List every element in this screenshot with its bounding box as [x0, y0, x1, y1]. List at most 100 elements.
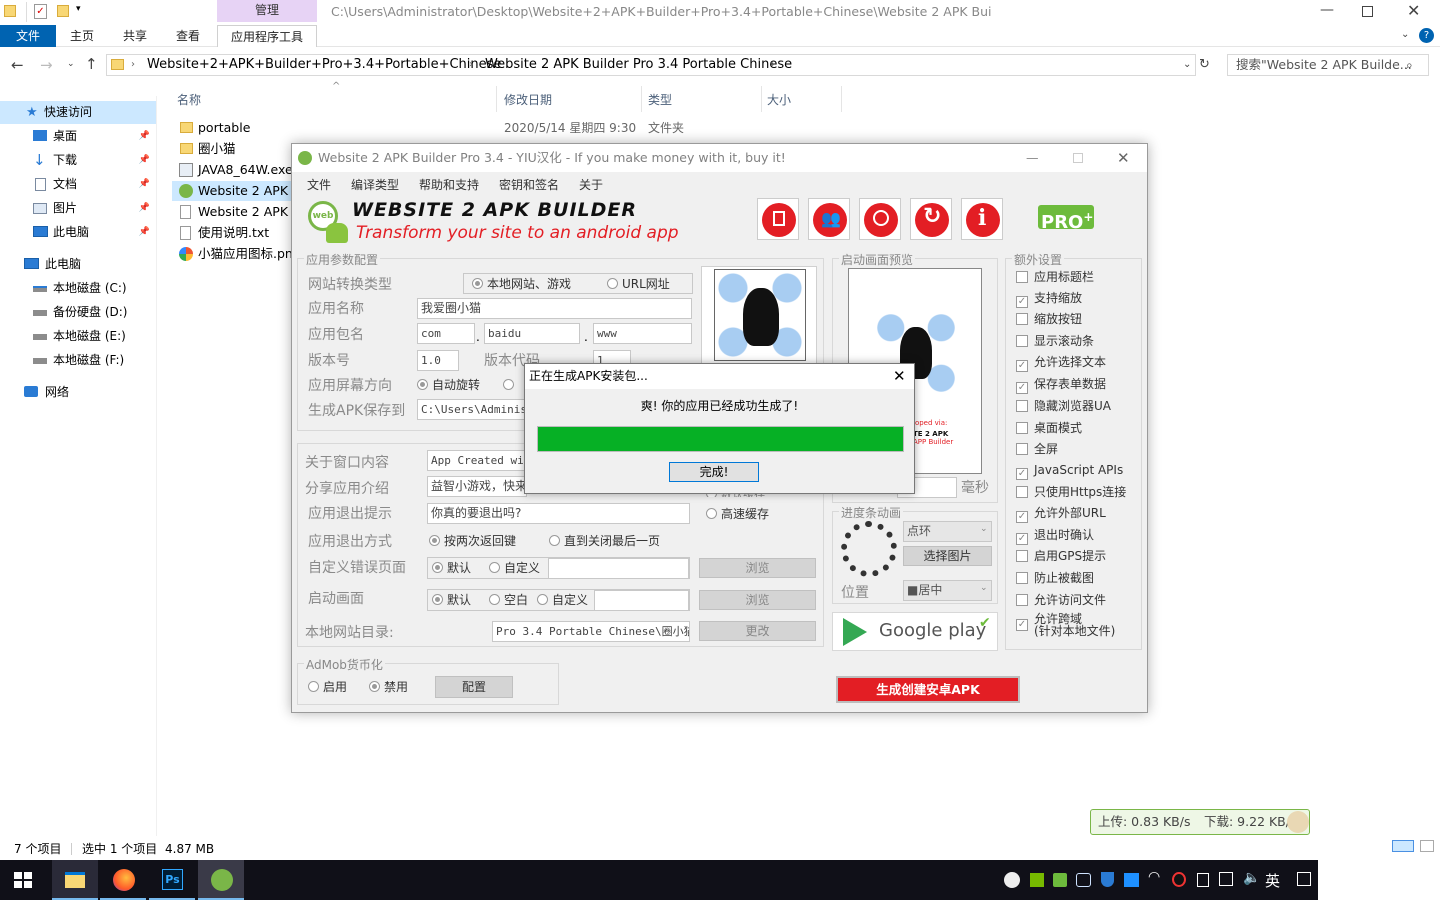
- share-input[interactable]: 益智小游戏，快来: [427, 476, 527, 497]
- tray-icon[interactable]: [1004, 872, 1020, 888]
- error-custom-radio[interactable]: 自定义: [489, 560, 540, 576]
- splash-custom-radio[interactable]: 自定义: [537, 592, 588, 608]
- menu-help[interactable]: 帮助和支持: [419, 176, 479, 193]
- orientation-other-radio[interactable]: [503, 377, 518, 393]
- column-date[interactable]: 修改日期: [504, 91, 552, 108]
- local-dir-input[interactable]: Pro 3.4 Portable Chinese\圈小猫: [492, 621, 690, 642]
- type-local-radio[interactable]: 本地网站、游戏: [472, 276, 571, 292]
- shield-icon[interactable]: [1101, 872, 1114, 887]
- tiles-view-icon[interactable]: [1420, 840, 1434, 852]
- tray-app-icon[interactable]: [1124, 873, 1139, 887]
- menu-keys[interactable]: 密钥和签名: [499, 176, 559, 193]
- admob-config-button[interactable]: 配置: [435, 676, 513, 698]
- position-select[interactable]: ■居中: [903, 580, 992, 601]
- nav-item-pictures[interactable]: 图片 📌: [0, 197, 156, 220]
- document-button[interactable]: [757, 198, 799, 240]
- up-arrow-icon[interactable]: ↑: [85, 55, 98, 73]
- package-part3-input[interactable]: www: [593, 323, 692, 344]
- wifi-icon[interactable]: ◠: [1148, 869, 1160, 885]
- cloud-icon[interactable]: [1076, 873, 1091, 887]
- build-apk-button[interactable]: 生成创建安卓APK: [836, 676, 1020, 703]
- close-button[interactable]: ✕: [1117, 144, 1130, 172]
- browse-button[interactable]: 浏览: [699, 558, 816, 578]
- address-bar[interactable]: › Website+2+APK+Builder+Pro+3.4+Portable…: [106, 54, 1196, 76]
- file-row[interactable]: portable: [172, 118, 297, 138]
- nav-item-desktop[interactable]: 桌面 📌: [0, 125, 156, 148]
- app-icon-preview[interactable]: [714, 269, 806, 361]
- info-button[interactable]: i: [961, 198, 1003, 240]
- tray-app-icon[interactable]: [1053, 873, 1067, 887]
- tab-share[interactable]: 共享: [108, 25, 162, 47]
- recent-dropdown-icon[interactable]: ⌄: [67, 59, 75, 69]
- column-size[interactable]: 大小: [767, 91, 791, 108]
- refresh-icon[interactable]: ↻: [1199, 57, 1210, 72]
- nav-network[interactable]: 网络: [0, 381, 156, 404]
- extra-setting-checkbox[interactable]: ✓ 支持缩放: [1016, 290, 1082, 308]
- nav-this-pc[interactable]: 此电脑: [0, 253, 156, 276]
- minimize-button[interactable]: —: [1320, 2, 1334, 18]
- done-button[interactable]: 完成!: [669, 462, 759, 482]
- splash-default-radio[interactable]: 默认: [432, 592, 471, 608]
- exit-prompt-input[interactable]: 你真的要退出吗?: [427, 503, 690, 524]
- nav-item-documents[interactable]: 文档 📌: [0, 173, 156, 196]
- battery-icon[interactable]: [1197, 873, 1209, 887]
- column-type[interactable]: 类型: [648, 91, 672, 108]
- splash-path-input[interactable]: [594, 590, 689, 611]
- breadcrumb-item[interactable]: Website 2 APK Builder Pro 3.4 Portable C…: [485, 55, 792, 75]
- orientation-auto-radio[interactable]: 自动旋转: [417, 377, 480, 393]
- chevron-down-icon[interactable]: ⌄: [1401, 29, 1409, 40]
- windows-start-icon[interactable]: [14, 872, 32, 888]
- exit-double-back-radio[interactable]: 按两次返回键: [429, 533, 516, 549]
- pin-icon[interactable]: 📌: [139, 173, 150, 196]
- tab-view[interactable]: 查看: [162, 25, 214, 47]
- details-view-icon[interactable]: [1392, 840, 1414, 852]
- refresh-button[interactable]: ↻: [910, 198, 952, 240]
- column-name[interactable]: 名称: [177, 91, 201, 108]
- save-path-input[interactable]: C:\Users\Administr: [417, 399, 527, 420]
- qq-icon[interactable]: [1172, 872, 1186, 887]
- extra-setting-checkbox[interactable]: ✓ 允许选择文本: [1016, 354, 1106, 372]
- close-button[interactable]: ✕: [1407, 1, 1420, 20]
- splash-blank-radio[interactable]: 空白: [489, 592, 528, 608]
- taskbar-firefox[interactable]: [100, 860, 146, 900]
- error-default-radio[interactable]: 默认: [432, 560, 471, 576]
- extra-setting-checkbox[interactable]: 应用标题栏: [1016, 269, 1094, 287]
- nvidia-icon[interactable]: [1030, 873, 1044, 887]
- file-row[interactable]: JAVA8_64W.exe: [172, 160, 297, 180]
- properties-icon[interactable]: ✓: [34, 4, 47, 19]
- extra-setting-checkbox[interactable]: 缩放按钮: [1016, 311, 1082, 329]
- maximize-button[interactable]: [1362, 6, 1373, 17]
- breadcrumb-item[interactable]: Website+2+APK+Builder+Pro+3.4+Portable+C…: [147, 55, 501, 75]
- about-input[interactable]: App Created wit: [427, 450, 527, 471]
- version-input[interactable]: 1.0: [417, 350, 459, 371]
- extra-setting-checkbox[interactable]: 显示滚动条: [1016, 333, 1094, 351]
- nav-drive-d[interactable]: 备份硬盘 (D:): [0, 301, 156, 324]
- extra-setting-checkbox[interactable]: 只使用Https连接: [1016, 484, 1126, 502]
- taskbar-photoshop[interactable]: Ps: [149, 860, 195, 900]
- browse-button[interactable]: 浏览: [699, 590, 816, 610]
- taskbar-explorer[interactable]: [52, 860, 98, 900]
- extra-setting-checkbox[interactable]: ✓ 保存表单数据: [1016, 376, 1106, 394]
- notification-icon[interactable]: [1297, 872, 1311, 886]
- support-button[interactable]: [859, 198, 901, 240]
- search-input[interactable]: 搜索"Website 2 APK Builde...: [1227, 54, 1429, 76]
- nav-drive-f[interactable]: 本地磁盘 (F:): [0, 349, 156, 372]
- help-icon[interactable]: ?: [1419, 28, 1434, 43]
- file-row[interactable]: Website 2 APK E: [172, 202, 297, 222]
- users-button[interactable]: 👥: [808, 198, 850, 240]
- back-arrow-icon[interactable]: ←: [11, 56, 24, 74]
- extra-setting-checkbox[interactable]: ✓ JavaScript APIs: [1016, 462, 1123, 480]
- app-name-input[interactable]: 我爱圈小猫: [417, 298, 692, 319]
- file-row-selected[interactable]: Website 2 APK E: [172, 181, 297, 201]
- nav-quick-access[interactable]: ★ 快速访问: [0, 101, 156, 124]
- extra-setting-checkbox[interactable]: 桌面模式: [1016, 420, 1082, 438]
- package-part1-input[interactable]: com: [417, 323, 475, 344]
- error-page-input[interactable]: [548, 558, 689, 579]
- cache-high-radio[interactable]: 高速缓存: [706, 506, 769, 522]
- nav-drive-e[interactable]: 本地磁盘 (E:): [0, 325, 156, 348]
- nav-item-downloads[interactable]: ↓ 下载 📌: [0, 149, 156, 172]
- tab-home[interactable]: 主页: [56, 25, 108, 47]
- tab-file[interactable]: 文件: [0, 25, 56, 47]
- pin-icon[interactable]: 📌: [139, 149, 150, 172]
- taskbar-w2a[interactable]: [198, 860, 244, 900]
